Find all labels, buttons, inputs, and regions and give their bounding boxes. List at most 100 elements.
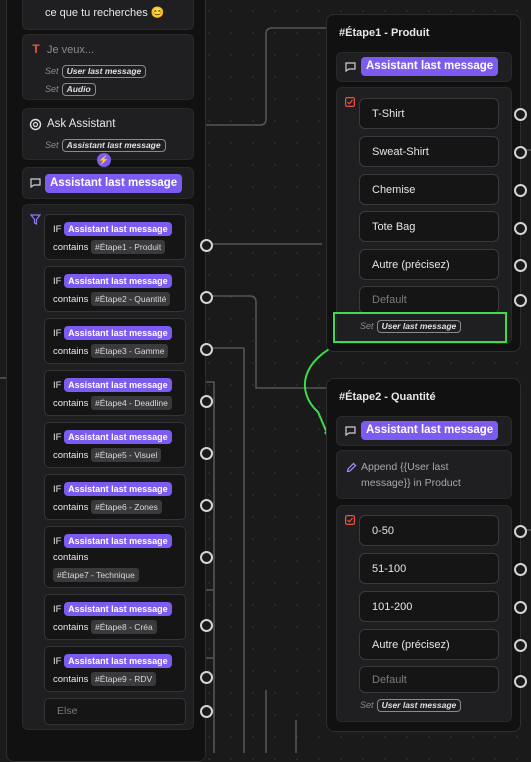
operator-label: contains [53, 502, 89, 513]
output-handle[interactable] [200, 551, 213, 564]
operator-label: contains [53, 622, 89, 633]
group-title: #Étape1 - Produit [339, 27, 430, 39]
condition-item[interactable]: IF Assistant last message contains #Étap… [44, 594, 186, 640]
condition-item[interactable]: IF Assistant last message contains #Étap… [44, 214, 186, 260]
output-handle[interactable] [514, 222, 527, 235]
output-handle[interactable] [200, 499, 213, 512]
value-tag: #Étape8 - Créa [91, 620, 157, 634]
variable-pill: Assistant last message [64, 534, 172, 548]
condition-item[interactable]: IF Assistant last message contains #Étap… [44, 266, 186, 312]
if-label: IF [53, 656, 62, 667]
checkbox-icon [345, 97, 355, 107]
else-label: Else [57, 705, 78, 717]
value-tag: #Étape1 - Produit [91, 240, 166, 254]
if-label: IF [53, 276, 62, 287]
condition-item[interactable]: IF Assistant last message contains #Étap… [44, 370, 186, 416]
operator-label: contains [53, 552, 89, 563]
output-handle[interactable] [200, 343, 213, 356]
pencil-icon [345, 461, 357, 473]
variable-tag: User last message [376, 699, 462, 712]
variable-bubble-card[interactable]: Assistant last message [336, 52, 512, 82]
text-bubble-card[interactable]: ce que tu recherches 😊 [22, 0, 194, 30]
choice-button[interactable]: Autre (précisez) [359, 249, 499, 280]
ask-assistant-card[interactable]: Ask Assistant Set Assistant last message [22, 108, 194, 160]
condition-item[interactable]: IF Assistant last message contains #Étap… [44, 422, 186, 468]
output-handle[interactable] [200, 291, 213, 304]
condition-item[interactable]: IF Assistant last message contains #Étap… [44, 318, 186, 364]
if-label: IF [53, 484, 62, 495]
set-label: Set [45, 140, 59, 150]
set-variable-card[interactable]: Append {{User last message}} in Product [336, 450, 512, 499]
variable-pill: Assistant last message [361, 57, 499, 76]
variable-pill: Assistant last message [361, 421, 499, 440]
output-handle[interactable] [200, 239, 213, 252]
output-handle[interactable] [200, 447, 213, 460]
value-tag: #Étape9 - RDV [91, 672, 157, 686]
operator-label: contains [53, 450, 89, 461]
condition-item[interactable]: IF Assistant last message contains #Étap… [44, 526, 186, 588]
condition-item[interactable]: IF Assistant last message contains #Étap… [44, 646, 186, 692]
if-label: IF [53, 328, 62, 339]
output-handle[interactable] [514, 563, 527, 576]
output-handle[interactable] [200, 671, 213, 684]
choice-button[interactable]: 0-50 [359, 515, 499, 546]
output-handle[interactable] [514, 108, 527, 121]
output-handle[interactable] [514, 259, 527, 272]
output-handle[interactable] [514, 675, 527, 688]
else-item[interactable]: Else [44, 698, 186, 725]
text-input-card[interactable]: T Je veux... Set User last message Set A… [22, 34, 194, 100]
output-handle[interactable] [514, 601, 527, 614]
output-handle[interactable] [514, 184, 527, 197]
choice-button[interactable]: Tote Bag [359, 211, 499, 242]
chat-bubble-icon [29, 177, 41, 188]
variable-pill: Assistant last message [64, 274, 172, 288]
value-tag: #Étape4 - Deadline [91, 396, 172, 410]
output-handle[interactable] [514, 294, 527, 307]
variable-bubble-card[interactable]: Assistant last message [22, 167, 194, 199]
operator-label: contains [53, 674, 89, 685]
bubble-text: ce que tu recherches 😊 [45, 7, 165, 19]
choice-button[interactable]: T-Shirt [359, 98, 499, 129]
operator-label: contains [53, 398, 89, 409]
choice-button[interactable]: 101-200 [359, 591, 499, 622]
choice-button[interactable]: Chemise [359, 174, 499, 205]
output-handle[interactable] [514, 525, 527, 538]
value-tag: #Étape7 - Technique [53, 568, 139, 582]
variable-pill: Assistant last message [64, 378, 172, 392]
choice-button[interactable]: 51-100 [359, 553, 499, 584]
value-tag: #Étape5 - Visuel [91, 448, 162, 462]
variable-pill: Assistant last message [64, 602, 172, 616]
if-label: IF [53, 224, 62, 235]
lightning-icon[interactable]: ⚡ [97, 153, 111, 167]
choice-button[interactable]: Sweat-Shirt [359, 136, 499, 167]
variable-pill: Assistant last message [64, 482, 172, 496]
variable-tag: Assistant last message [61, 139, 166, 152]
operator-label: contains [53, 242, 89, 253]
chat-bubble-icon [344, 425, 356, 436]
openai-icon [29, 118, 42, 131]
output-handle[interactable] [200, 705, 213, 718]
default-button[interactable]: Default [359, 666, 499, 693]
set-label: Set [45, 66, 59, 76]
group-title: #Étape2 - Quantité [339, 391, 436, 403]
output-handle[interactable] [514, 146, 527, 159]
value-tag: #Étape2 - Quantité [91, 292, 171, 306]
default-button[interactable]: Default [359, 286, 499, 314]
output-handle[interactable] [200, 395, 213, 408]
output-handle[interactable] [514, 639, 527, 652]
variable-bubble-card[interactable]: Assistant last message [336, 416, 512, 446]
if-label: IF [53, 432, 62, 443]
append-text: message}} in Product [361, 477, 461, 489]
condition-item[interactable]: IF Assistant last message contains #Étap… [44, 474, 186, 520]
flow-canvas[interactable]: ce que tu recherches 😊 T Je veux... Set … [0, 0, 531, 762]
if-label: IF [53, 604, 62, 615]
if-label: IF [53, 380, 62, 391]
output-handle[interactable] [200, 619, 213, 632]
chat-bubble-icon [344, 61, 356, 72]
choice-button[interactable]: Autre (précisez) [359, 629, 499, 660]
variable-pill: Assistant last message [64, 326, 172, 340]
value-tag: #Étape6 - Zones [91, 500, 162, 514]
if-label: IF [53, 536, 62, 547]
highlight-box [333, 312, 507, 343]
value-tag: #Étape3 - Gamme [91, 344, 169, 358]
